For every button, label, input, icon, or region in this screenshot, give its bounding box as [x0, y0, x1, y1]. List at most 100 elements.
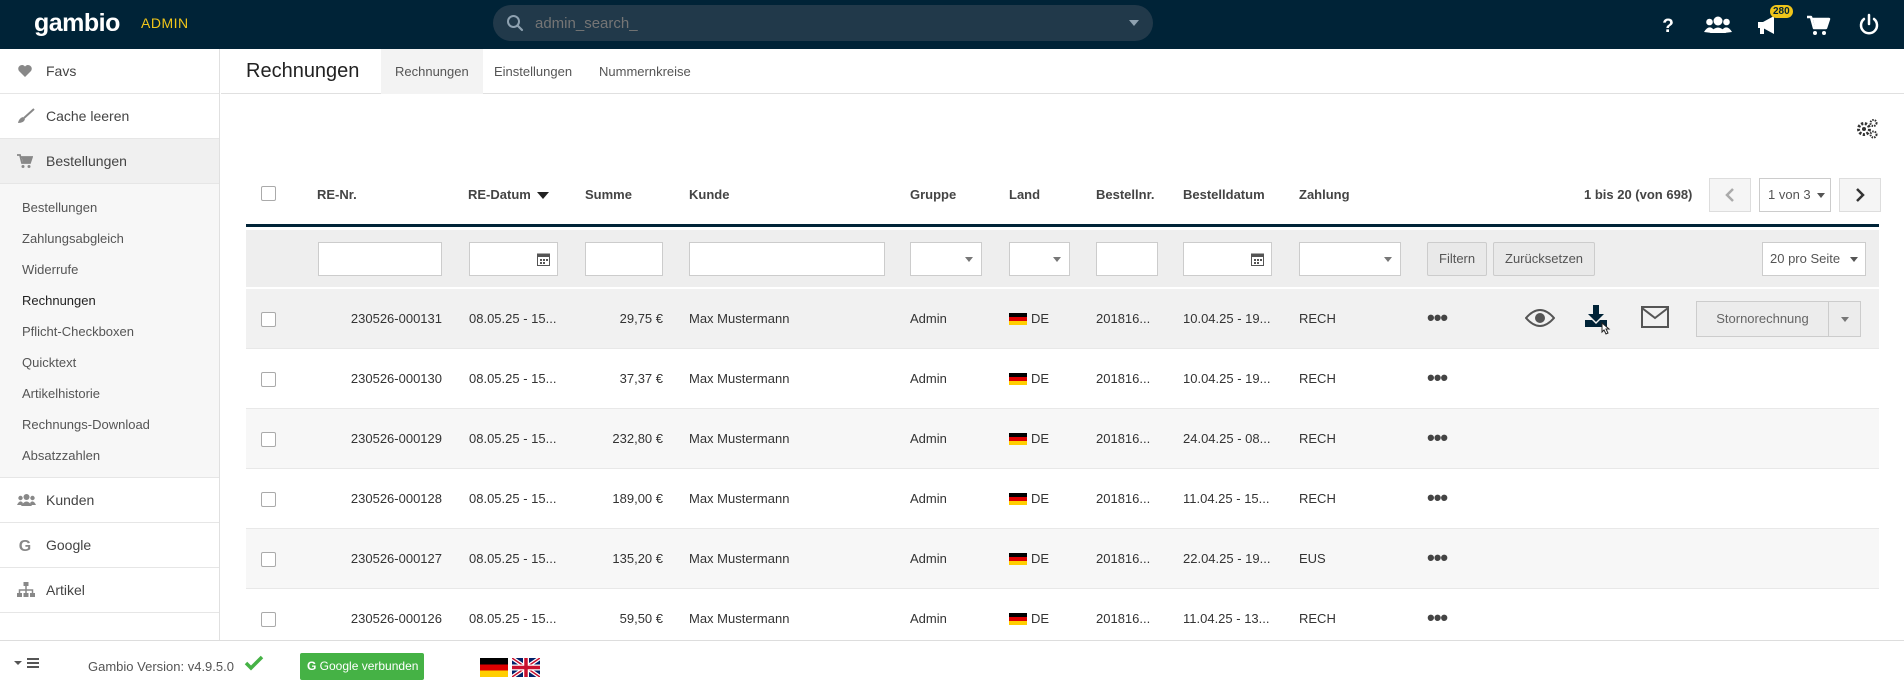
filter-re-nr[interactable]	[318, 242, 442, 276]
cell-re-datum: 08.05.25 - 15...	[469, 551, 557, 566]
row-checkbox[interactable]	[261, 312, 276, 327]
row-checkbox[interactable]	[261, 492, 276, 507]
sidebar-item-favs[interactable]: Favs	[0, 49, 219, 94]
cell-kunde: Max Mustermann	[689, 611, 790, 626]
sidebar-subitem-pflicht-checkboxen[interactable]: Pflicht-Checkboxen	[0, 316, 219, 347]
col-zahlung[interactable]: Zahlung	[1299, 187, 1350, 202]
more-actions-icon[interactable]: •••	[1427, 305, 1448, 331]
sidebar-item-bestellungen[interactable]: Bestellungen	[0, 139, 219, 184]
menu-toggle-icon[interactable]	[13, 656, 41, 670]
filter-kunde[interactable]	[689, 242, 885, 276]
select-all-checkbox[interactable]	[261, 186, 276, 201]
sidebar-item-label: Artikel	[46, 582, 85, 598]
sidebar-subitem-quicktext[interactable]: Quicktext	[0, 347, 219, 378]
flag-uk-icon[interactable]	[512, 658, 540, 677]
col-bestellnr[interactable]: Bestellnr.	[1096, 187, 1155, 202]
sidebar-subitem-artikelhistorie[interactable]: Artikelhistorie	[0, 378, 219, 409]
row-checkbox[interactable]	[261, 372, 276, 387]
users-icon[interactable]	[1703, 12, 1733, 38]
tab-nummernkreise[interactable]: Nummernkreise	[585, 49, 705, 94]
col-bestelldatum[interactable]: Bestelldatum	[1183, 187, 1265, 202]
cell-re-nr: 230526-000131	[350, 311, 442, 326]
tab-rechnungen[interactable]: Rechnungen	[381, 49, 483, 94]
tab-einstellungen[interactable]: Einstellungen	[480, 49, 586, 94]
download-icon[interactable]	[1584, 303, 1614, 337]
table-row[interactable]: 230526-000130 08.05.25 - 15... 37,37 € M…	[246, 349, 1879, 409]
reset-button[interactable]: Zurücksetzen	[1493, 242, 1596, 276]
storno-button-group[interactable]: Stornorechnung	[1696, 301, 1861, 337]
col-kunde[interactable]: Kunde	[689, 187, 729, 202]
chevron-down-icon	[1817, 193, 1825, 198]
col-gruppe[interactable]: Gruppe	[910, 187, 956, 202]
sidebar-item-artikel[interactable]: Artikel	[0, 568, 219, 613]
gambio-logo[interactable]: gambio	[34, 9, 120, 38]
page-select[interactable]: 1 von 3	[1759, 178, 1831, 212]
cell-zahlung: RECH	[1299, 491, 1336, 506]
chevron-down-icon[interactable]	[1841, 317, 1849, 322]
cart-icon[interactable]	[1805, 12, 1831, 38]
more-actions-icon[interactable]: •••	[1427, 545, 1448, 571]
google-connected-button[interactable]: G Google verbunden	[300, 653, 425, 680]
page-title: Rechnungen	[246, 60, 360, 82]
filter-zahlung[interactable]	[1299, 242, 1401, 276]
filter-summe[interactable]	[585, 242, 663, 276]
prev-page-button[interactable]	[1709, 178, 1751, 212]
more-actions-icon[interactable]: •••	[1427, 425, 1448, 451]
cell-summe: 189,00 €	[612, 491, 663, 506]
heart-icon	[18, 65, 32, 77]
row-checkbox[interactable]	[261, 432, 276, 447]
filter-land[interactable]	[1009, 242, 1070, 276]
table-row[interactable]: 230526-000129 08.05.25 - 15... 232,80 € …	[246, 409, 1879, 469]
sidebar-item-google[interactable]: G Google	[0, 523, 219, 568]
sidebar-subitem-zahlungsabgleich[interactable]: Zahlungsabgleich	[0, 223, 219, 254]
page-select-value: 1 von 3	[1768, 187, 1811, 202]
cell-re-nr: 230526-000129	[350, 431, 442, 446]
mail-icon[interactable]	[1641, 306, 1669, 328]
col-summe[interactable]: Summe	[585, 187, 632, 202]
more-actions-icon[interactable]: •••	[1427, 485, 1448, 511]
sidebar-item-kunden[interactable]: Kunden	[0, 478, 219, 523]
sidebar-subitem-widerrufe[interactable]: Widerrufe	[0, 254, 219, 285]
sidebar-subitem-rechnungs-download[interactable]: Rechnungs-Download	[0, 409, 219, 440]
table-settings-icon[interactable]	[1855, 117, 1879, 141]
cell-bestellnr: 201816...	[1096, 311, 1151, 326]
search-dropdown-icon[interactable]	[1129, 20, 1139, 26]
more-actions-icon[interactable]: •••	[1427, 605, 1448, 631]
col-land[interactable]: Land	[1009, 187, 1040, 202]
sidebar-subitem-rechnungen[interactable]: Rechnungen	[0, 285, 219, 316]
next-page-button[interactable]	[1839, 178, 1881, 212]
help-icon[interactable]: ?	[1655, 12, 1681, 38]
calendar-icon[interactable]	[537, 252, 550, 266]
eye-icon[interactable]	[1525, 306, 1555, 330]
filter-bestelldatum[interactable]	[1183, 242, 1272, 276]
more-actions-icon[interactable]: •••	[1427, 365, 1448, 391]
filter-gruppe[interactable]	[910, 242, 982, 276]
flag-de-icon[interactable]	[480, 658, 508, 677]
filter-bestellnr[interactable]	[1096, 242, 1158, 276]
filter-button[interactable]: Filtern	[1427, 242, 1488, 276]
storno-button[interactable]: Stornorechnung	[1697, 302, 1829, 336]
col-re-nr[interactable]: RE-Nr.	[317, 187, 357, 202]
table-row[interactable]: 230526-000131 08.05.25 - 15... 29,75 € M…	[246, 289, 1879, 349]
sidebar-subitem-absatzzahlen[interactable]: Absatzzahlen	[0, 440, 219, 471]
col-re-datum[interactable]: RE-Datum	[468, 187, 549, 202]
sidebar-item-cache[interactable]: Cache leeren	[0, 94, 219, 139]
table-row[interactable]: 230526-000128 08.05.25 - 15... 189,00 € …	[246, 469, 1879, 529]
cell-summe: 135,20 €	[612, 551, 663, 566]
table-row[interactable]: 230526-000127 08.05.25 - 15... 135,20 € …	[246, 529, 1879, 589]
admin-search[interactable]	[493, 5, 1153, 41]
filter-re-datum[interactable]	[469, 242, 558, 276]
search-input[interactable]	[535, 11, 1095, 35]
notification-badge: 280	[1770, 5, 1793, 18]
power-icon[interactable]	[1856, 12, 1882, 38]
row-checkbox[interactable]	[261, 552, 276, 567]
cell-bestellnr: 201816...	[1096, 491, 1151, 506]
per-page-value: 20 pro Seite	[1770, 251, 1841, 266]
calendar-icon[interactable]	[1251, 252, 1264, 266]
cell-zahlung: RECH	[1299, 311, 1336, 326]
svg-text:?: ?	[1662, 16, 1674, 37]
per-page-select[interactable]: 20 pro Seite	[1762, 242, 1866, 276]
row-checkbox[interactable]	[261, 612, 276, 627]
sidebar-subitem-bestellungen[interactable]: Bestellungen	[0, 192, 219, 223]
flag-de-icon	[1009, 313, 1027, 325]
